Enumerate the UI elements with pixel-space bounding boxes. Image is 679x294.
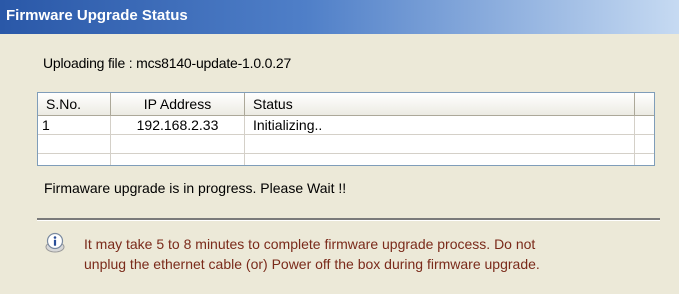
table-row-empty [38, 135, 654, 154]
cell-empty [245, 154, 635, 165]
uploading-file-text: Uploading file : mcs8140-update-1.0.0.27 [43, 55, 292, 71]
header-status[interactable]: Status [245, 93, 635, 115]
upgrade-status-table: S.No. IP Address Status 1 192.168.2.33 I… [37, 92, 655, 166]
cell-status: Initializing.. [245, 116, 635, 134]
firmware-upgrade-note: It may take 5 to 8 minutes to complete f… [84, 234, 664, 274]
cell-empty [111, 154, 245, 165]
cell-filler [635, 116, 654, 134]
info-icon [45, 232, 65, 253]
window-title: Firmware Upgrade Status [6, 7, 188, 24]
note-line-2: unplug the ethernet cable (or) Power off… [84, 256, 540, 272]
cell-empty [38, 154, 111, 165]
progress-message: Firmaware upgrade is in progress. Please… [44, 180, 347, 196]
note-line-1: It may take 5 to 8 minutes to complete f… [84, 236, 536, 252]
cell-sno: 1 [38, 116, 111, 134]
table-row-empty [38, 154, 654, 165]
header-filler [635, 93, 654, 115]
cell-empty [245, 135, 635, 153]
header-ip-address[interactable]: IP Address [111, 93, 245, 115]
table-header: S.No. IP Address Status [38, 93, 654, 116]
cell-empty [38, 135, 111, 153]
cell-empty [111, 135, 245, 153]
table-row[interactable]: 1 192.168.2.33 Initializing.. [38, 116, 654, 135]
cell-ip-address: 192.168.2.33 [111, 116, 245, 134]
divider [37, 218, 660, 221]
title-bar: Firmware Upgrade Status [0, 0, 679, 34]
header-sno[interactable]: S.No. [38, 93, 111, 115]
